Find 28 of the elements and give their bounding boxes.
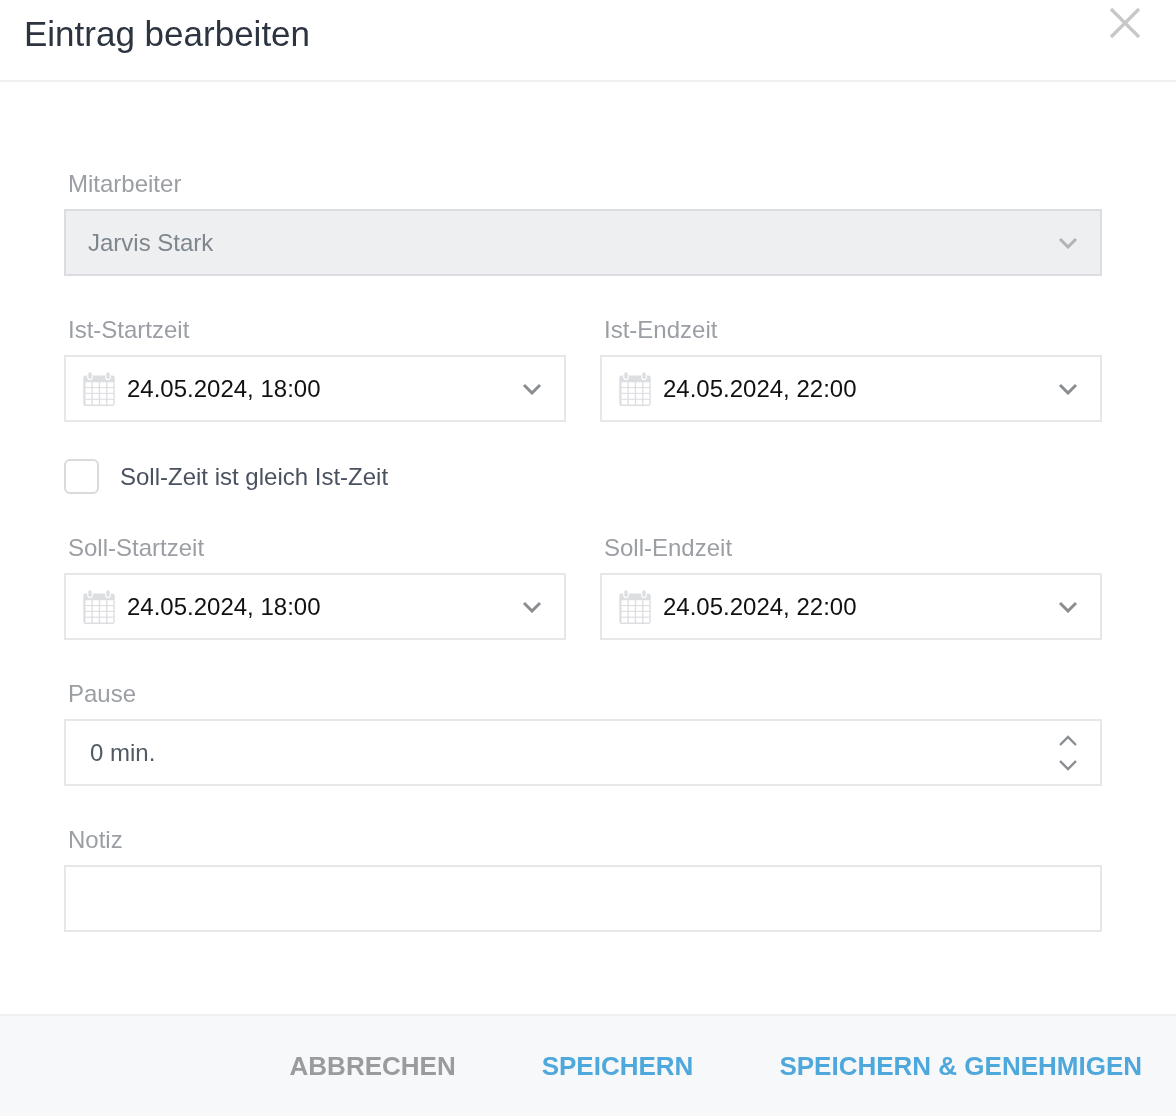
calendar-icon [82, 370, 116, 407]
chevron-down-icon [522, 382, 542, 395]
calendar-icon [618, 588, 652, 625]
field-label: Pause [67, 679, 138, 709]
chevron-down-icon [1058, 236, 1078, 249]
checkbox[interactable] [64, 459, 99, 494]
field-label: Soll-Startzeit [67, 533, 206, 563]
datetime-field[interactable]: 24.05.2024, 18:00 [64, 355, 566, 422]
field-label: Notiz [67, 825, 124, 855]
break-number-field[interactable]: 0 min. [64, 719, 1102, 786]
chevron-up-icon[interactable] [1058, 734, 1078, 747]
close-icon[interactable] [1109, 7, 1141, 39]
field-label: Ist-Startzeit [67, 315, 191, 345]
datetime-field[interactable]: 24.05.2024, 18:00 [64, 573, 566, 640]
field-label: Soll-Endzeit [603, 533, 734, 563]
datetime-field[interactable]: 24.05.2024, 22:00 [600, 573, 1102, 640]
chevron-down-icon [1058, 600, 1078, 613]
calendar-icon [618, 370, 652, 407]
chevron-down-icon[interactable] [1058, 758, 1078, 771]
chevron-down-icon [1058, 382, 1078, 395]
calendar-icon [82, 588, 116, 625]
field-label: Mitarbeiter [67, 169, 183, 199]
checkbox-label: Soll-Zeit ist gleich Ist-Zeit [120, 462, 389, 491]
field-label: Ist-Endzeit [603, 315, 719, 345]
chevron-down-icon [522, 600, 542, 613]
datetime-field[interactable]: 24.05.2024, 22:00 [600, 355, 1102, 422]
note-input-field[interactable] [64, 865, 1102, 932]
dialog-title: Eintrag bearbeiten [24, 14, 311, 54]
